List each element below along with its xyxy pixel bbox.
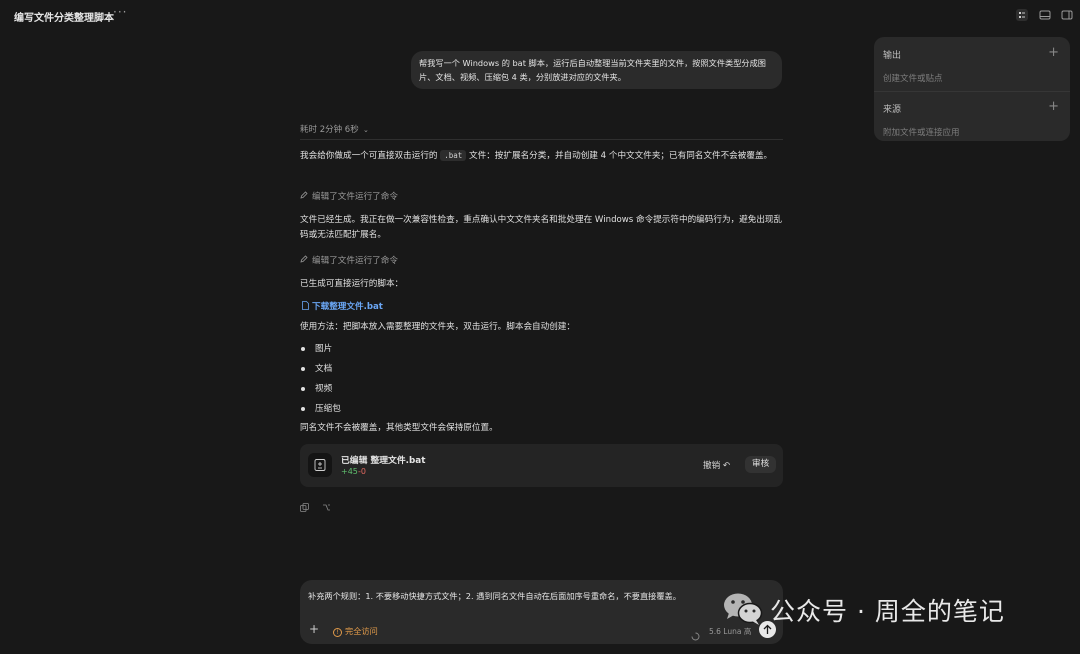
- lines-removed: -0: [358, 467, 366, 476]
- conversation-title[interactable]: 编写文件分类整理脚本: [14, 9, 114, 24]
- response-paragraph-4: 使用方法：把脚本放入需要整理的文件夹，双击运行。脚本会自动创建：: [300, 322, 576, 332]
- context-panel: 输出 创建文件或贴点 + 来源 附加文件或连接应用 +: [874, 37, 1070, 141]
- panel-divider: [874, 91, 1070, 92]
- fork-icon[interactable]: [322, 497, 331, 516]
- access-mode-button[interactable]: ! 完全访问: [333, 625, 378, 637]
- copy-icon[interactable]: [300, 497, 309, 516]
- source-section: 来源 附加文件或连接应用 +: [883, 99, 1061, 138]
- thinking-duration[interactable]: 耗时 2分钟 6秒 ⌄: [300, 123, 369, 135]
- file-icon: [302, 301, 309, 313]
- review-button[interactable]: 审核: [745, 456, 777, 473]
- undo-button[interactable]: 撤销 ↶: [703, 459, 730, 471]
- output-section: 输出 创建文件或贴点 +: [883, 45, 1061, 84]
- title-bar: 编写文件分类整理脚本 ···: [0, 0, 1080, 30]
- response-paragraph-3: 已生成可直接运行的脚本：: [300, 279, 404, 289]
- response-paragraph-2: 文件已经生成。我正在做一次兼容性检查，重点确认中文文件夹名和批处理在 Windo…: [300, 215, 783, 240]
- tool-activity-label: 编辑了文件运行了命令: [312, 256, 398, 266]
- chevron-down-icon: ⌄: [360, 126, 369, 134]
- more-options-button[interactable]: ···: [113, 5, 127, 19]
- add-source-button[interactable]: +: [1048, 99, 1059, 114]
- response-paragraph-1: 我会给你做成一个可直接双击运行的 .bat 文件：按扩展名分类，并自动创建 4 …: [300, 150, 773, 161]
- composer-input[interactable]: 补充两个规则：1. 不要移动快捷方式文件；2. 遇到同名文件自动在后面加序号重命…: [308, 590, 681, 602]
- panel-toggle-icon[interactable]: [1015, 8, 1031, 22]
- add-output-button[interactable]: +: [1048, 45, 1059, 60]
- sidebar-toggle-icon[interactable]: [1060, 8, 1076, 22]
- user-message-text: 帮我写一个 Windows 的 bat 脚本，运行后自动整理当前文件夹里的文件，…: [419, 58, 766, 82]
- pencil-icon: [300, 255, 308, 266]
- info-icon: !: [333, 628, 342, 637]
- user-message-bubble: 帮我写一个 Windows 的 bat 脚本，运行后自动整理当前文件夹里的文件，…: [411, 51, 782, 89]
- output-hint: 创建文件或贴点: [883, 74, 943, 84]
- message-actions: [300, 497, 339, 516]
- source-hint: 附加文件或连接应用: [883, 128, 960, 138]
- tool-activity-label: 编辑了文件运行了命令: [312, 192, 398, 202]
- tool-activity-2[interactable]: 编辑了文件运行了命令: [300, 254, 398, 266]
- pencil-icon: [300, 191, 308, 202]
- file-link-label: 下载整理文件.bat: [312, 302, 383, 312]
- source-title: 来源: [883, 105, 902, 115]
- lines-added: +45: [341, 467, 358, 476]
- output-title: 输出: [883, 51, 902, 61]
- inline-code: .bat: [440, 150, 467, 161]
- app-window: 编写文件分类整理脚本 ··· 输出 创建文件或贴点 + 来源 附加文件或连接应用…: [0, 0, 1080, 654]
- response-paragraph-5: 同名文件不会被覆盖，其他类型文件会保持原位置。: [300, 423, 498, 433]
- access-mode-label: 完全访问: [345, 626, 378, 636]
- message-composer[interactable]: 补充两个规则：1. 不要移动快捷方式文件；2. 遇到同名文件自动在后面加序号重命…: [300, 580, 783, 644]
- tool-activity-1[interactable]: 编辑了文件运行了命令: [300, 190, 398, 202]
- loading-icon: [691, 626, 700, 645]
- download-file-link[interactable]: 下载整理文件.bat: [302, 300, 383, 313]
- edited-file-title: 已编辑 整理文件.bat: [341, 456, 426, 466]
- file-edit-icon: [308, 453, 332, 477]
- divider: [300, 139, 783, 140]
- watermark-text: 公众号 · 周全的笔记: [770, 597, 1005, 626]
- attach-button[interactable]: +: [309, 622, 319, 636]
- edited-file-card[interactable]: 已编辑 整理文件.bat +45 -0 撤销 ↶ 审核: [300, 444, 783, 487]
- terminal-toggle-icon[interactable]: [1038, 8, 1054, 22]
- wechat-icon: [722, 591, 764, 631]
- duration-label: 耗时 2分钟 6秒: [300, 125, 359, 135]
